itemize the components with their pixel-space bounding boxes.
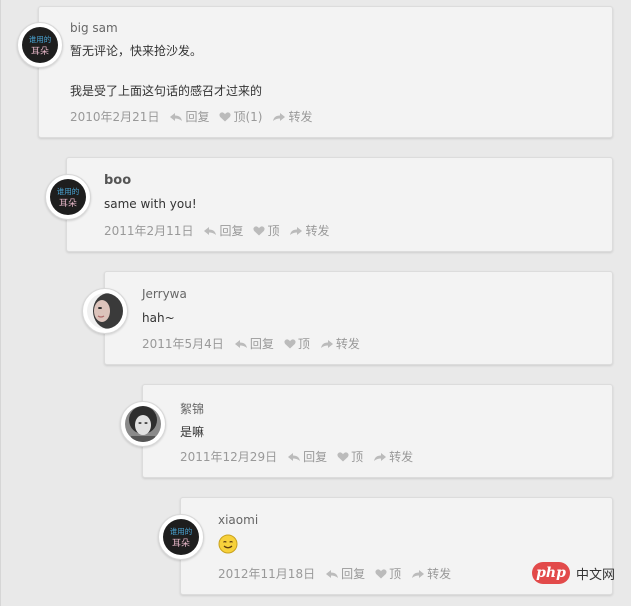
heart-icon (253, 225, 266, 235)
like-button[interactable]: 顶 (253, 222, 279, 239)
forward-button[interactable]: 转发 (373, 448, 413, 465)
forward-icon (273, 112, 286, 121)
comment-author[interactable]: xiaomi (218, 513, 258, 527)
php-cn-watermark: php 中文网 (532, 562, 615, 584)
reply-icon (234, 339, 247, 348)
reply-button[interactable]: 回复 (325, 565, 365, 582)
comment-date: 2012年11月18日 (218, 567, 316, 581)
reply-button[interactable]: 回复 (287, 448, 327, 465)
smile-emoji-icon (218, 534, 238, 554)
svg-text:谁用的: 谁用的 (170, 526, 193, 536)
svg-text:谁用的: 谁用的 (29, 34, 52, 44)
comment-text: 我是受了上面这句话的感召才过来的 (70, 84, 263, 98)
comment-date: 2010年2月21日 (70, 110, 160, 124)
php-logo: php (532, 562, 570, 584)
like-button[interactable]: 顶 (337, 448, 363, 465)
forward-button[interactable]: 转发 (272, 108, 312, 125)
forward-icon (374, 452, 387, 461)
like-button[interactable]: 顶 (375, 565, 401, 582)
svg-text:耳朵: 耳朵 (172, 538, 190, 549)
heart-icon (337, 451, 349, 461)
ears-logo-icon: 谁用的 耳朵 (22, 27, 58, 63)
comment-meta: 2012年11月18日 回复 顶 转发 (218, 565, 451, 582)
comment-text: 暂无评论，快来抢沙发。 (70, 44, 203, 58)
forward-icon (412, 569, 425, 578)
comment-author[interactable]: Jerrywa (142, 287, 187, 301)
reply-icon (288, 452, 301, 461)
comment-text: 是嘛 (180, 425, 205, 439)
reply-icon (204, 226, 217, 235)
avatar-portrait[interactable] (120, 401, 166, 447)
ears-logo-icon: 谁用的 耳朵 (50, 179, 86, 215)
frame-edge (0, 0, 1, 606)
svg-text:耳朵: 耳朵 (59, 198, 77, 209)
comment-meta: 2011年2月11日 回复 顶 转发 (104, 222, 330, 239)
comment-date: 2011年12月29日 (180, 450, 278, 464)
forward-icon (290, 226, 303, 235)
comment-author[interactable]: big sam (70, 21, 118, 35)
heart-icon (284, 338, 296, 348)
comment-author[interactable]: boo (104, 173, 131, 188)
forward-button[interactable]: 转发 (411, 565, 451, 582)
reply-button[interactable]: 回复 (169, 108, 209, 125)
forward-icon (320, 339, 333, 348)
comment-meta: 2011年12月29日 回复 顶 转发 (180, 448, 413, 465)
comment-date: 2011年2月11日 (104, 224, 194, 238)
svg-text:谁用的: 谁用的 (57, 186, 80, 196)
like-button[interactable]: 顶(1) (219, 108, 262, 125)
forward-button[interactable]: 转发 (289, 222, 330, 239)
portrait-photo-icon (87, 293, 123, 329)
reply-icon (326, 569, 339, 578)
avatar-ears-logo[interactable]: 谁用的 耳朵 (158, 514, 204, 560)
avatar-portrait[interactable] (82, 288, 128, 334)
forward-button[interactable]: 转发 (320, 335, 360, 352)
heart-icon (219, 111, 232, 121)
reply-icon (170, 112, 183, 121)
comment-meta: 2011年5月4日 回复 顶 转发 (142, 335, 360, 352)
like-button[interactable]: 顶 (284, 335, 310, 352)
svg-text:耳朵: 耳朵 (31, 46, 49, 57)
avatar-ears-logo[interactable]: 谁用的 耳朵 (45, 174, 91, 220)
ears-logo-icon: 谁用的 耳朵 (163, 519, 199, 555)
comment-text: same with you! (104, 197, 197, 211)
heart-icon (375, 568, 387, 578)
comment-text: hah~ (142, 311, 175, 325)
avatar-ears-logo[interactable]: 谁用的 耳朵 (17, 22, 63, 68)
portrait-photo-icon (125, 406, 161, 442)
reply-button[interactable]: 回复 (203, 222, 243, 239)
comment-meta: 2010年2月21日 回复 顶(1) 转发 (70, 108, 312, 125)
comment-date: 2011年5月4日 (142, 337, 224, 351)
reply-button[interactable]: 回复 (234, 335, 274, 352)
comment-author[interactable]: 絮锦 (180, 400, 204, 417)
watermark-text: 中文网 (576, 567, 616, 583)
